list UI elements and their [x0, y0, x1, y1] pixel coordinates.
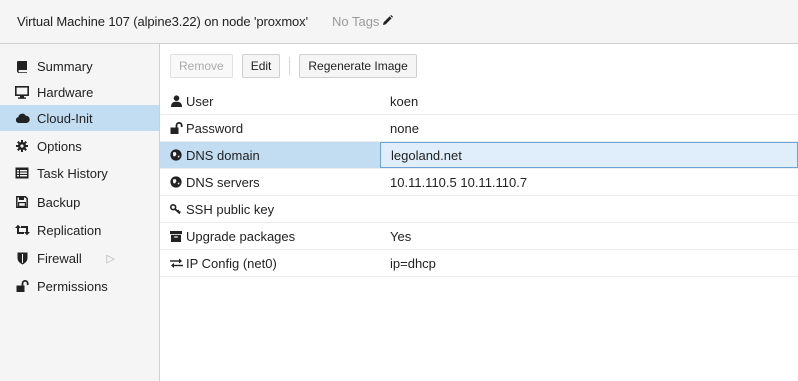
- user-icon: [169, 94, 183, 108]
- sidebar-item-hardware[interactable]: Hardware: [0, 79, 159, 105]
- grid-value-cell: none: [390, 120, 419, 136]
- list-alt-icon: [14, 165, 30, 181]
- vm-title-bar: Virtual Machine 107 (alpine3.22) on node…: [0, 0, 798, 44]
- grid-key-cell: User: [160, 88, 380, 114]
- grid-key-cell: Upgrade packages: [160, 223, 380, 249]
- grid-key-cell: Password: [160, 115, 380, 141]
- grid-row-upgrade-packages[interactable]: Upgrade packages Yes: [160, 223, 798, 250]
- sidebar-item-task-history[interactable]: Task History: [0, 160, 159, 186]
- globe-icon: [169, 175, 183, 189]
- archive-icon: [169, 229, 183, 243]
- unlock-icon: [14, 278, 30, 294]
- sidebar-item-options[interactable]: Options: [0, 133, 159, 159]
- sidebar-item-label: Options: [37, 138, 82, 154]
- shield-icon: [14, 250, 30, 266]
- unlock-icon: [169, 121, 183, 135]
- floppy-icon: [14, 194, 30, 210]
- sidebar-item-summary[interactable]: Summary: [0, 53, 159, 79]
- exchange-icon: [169, 256, 183, 270]
- grid-value-cell: legoland.net: [380, 142, 798, 168]
- toolbar-separator: [289, 57, 291, 75]
- regenerate-image-button[interactable]: Regenerate Image: [299, 54, 417, 78]
- grid-key-label: DNS servers: [186, 174, 260, 190]
- sidebar-item-label: Backup: [37, 194, 81, 210]
- toolbar: Remove Edit Regenerate Image: [160, 44, 798, 88]
- grid-row-ip-config[interactable]: IP Config (net0) ip=dhcp: [160, 250, 798, 277]
- grid-row-dns-domain[interactable]: DNS domain legoland.net: [160, 142, 798, 169]
- expand-arrow-icon[interactable]: ▷: [107, 252, 115, 265]
- grid-key-label: IP Config (net0): [186, 255, 277, 271]
- grid-value-cell: Yes: [390, 228, 412, 244]
- grid-row-ssh-public-key[interactable]: SSH public key: [160, 196, 798, 223]
- grid-row-dns-servers[interactable]: DNS servers 10.11.110.5 10.11.110.7: [160, 169, 798, 196]
- sidebar-item-backup[interactable]: Backup: [0, 189, 159, 215]
- vm-title: Virtual Machine 107 (alpine3.22) on node…: [17, 14, 308, 29]
- sidebar-item-label: Hardware: [37, 84, 94, 100]
- remove-button[interactable]: Remove: [170, 54, 233, 78]
- globe-icon: [169, 148, 183, 162]
- key-icon: [169, 202, 183, 216]
- sidebar-item-permissions[interactable]: Permissions: [0, 273, 159, 299]
- grid-key-cell: IP Config (net0): [160, 250, 380, 276]
- grid-key-label: Upgrade packages: [186, 228, 296, 244]
- grid-key-label: Password: [186, 120, 244, 136]
- sidebar-item-label: Replication: [37, 222, 102, 238]
- pencil-icon[interactable]: [382, 14, 394, 29]
- tags-editor[interactable]: No Tags: [331, 14, 394, 29]
- desktop-icon: [14, 84, 30, 100]
- grid-key-label: User: [186, 93, 214, 109]
- sidebar: Summary Hardware Cloud-Init Options Task…: [0, 44, 160, 381]
- grid-value-cell: ip=dhcp: [390, 255, 436, 271]
- edit-button[interactable]: Edit: [241, 54, 281, 78]
- grid-value-cell: 10.11.110.5 10.11.110.7: [390, 174, 528, 190]
- grid-row-user[interactable]: User koen: [160, 88, 798, 115]
- book-icon: [14, 58, 30, 74]
- grid-key-cell: DNS domain: [160, 142, 380, 168]
- sidebar-item-firewall[interactable]: Firewall ▷: [0, 245, 159, 271]
- sidebar-item-label: Firewall: [37, 250, 82, 266]
- sidebar-item-cloud-init[interactable]: Cloud-Init: [0, 105, 159, 131]
- retweet-icon: [14, 222, 30, 238]
- sidebar-item-label: Task History: [37, 165, 108, 181]
- sidebar-item-label: Summary: [37, 58, 93, 74]
- cloud-icon: [14, 110, 30, 126]
- grid-key-cell: SSH public key: [160, 196, 380, 222]
- grid-key-label: DNS domain: [186, 147, 260, 163]
- grid-value-cell: [380, 196, 798, 222]
- grid-key-cell: DNS servers: [160, 169, 380, 195]
- grid-row-password[interactable]: Password none: [160, 115, 798, 142]
- grid-value-cell: koen: [390, 93, 419, 109]
- gear-icon: [14, 138, 30, 154]
- sidebar-item-replication[interactable]: Replication: [0, 217, 159, 243]
- grid-key-label: SSH public key: [186, 201, 275, 217]
- sidebar-item-label: Cloud-Init: [37, 110, 93, 126]
- sidebar-item-label: Permissions: [37, 278, 108, 294]
- no-tags-label: No Tags: [331, 14, 380, 29]
